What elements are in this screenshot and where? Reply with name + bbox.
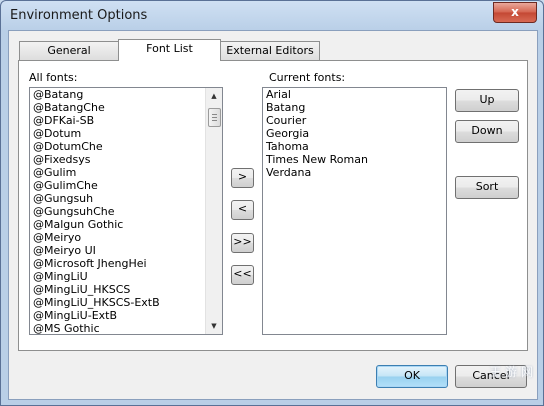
grip-line [212,114,217,115]
font-list-item[interactable]: @DotumChe [30,140,222,153]
grip-line [212,120,217,121]
current-fonts-label: Current fonts: [269,71,346,84]
window-title: Environment Options [10,8,148,23]
scroll-up-arrow-icon[interactable]: ▲ [206,88,222,104]
font-list-item[interactable]: @Batang [30,88,222,101]
font-list-item[interactable]: Arial [263,88,446,101]
font-list-item[interactable]: @Malgun Gothic [30,218,222,231]
font-list-item[interactable]: Times New Roman [263,153,446,166]
scroll-down-arrow-icon[interactable]: ▼ [206,318,222,334]
current-fonts-items: Arial Batang Courier Georgia Tahoma Times New… [263,88,446,179]
tab-font-list[interactable]: Font List [118,39,221,61]
font-list-item[interactable]: @Fixedsys [30,153,222,166]
font-list-item[interactable]: @Microsoft JhengHei [30,257,222,270]
remove-all-fonts-button[interactable]: << [231,265,254,285]
tab-general-label: General [47,44,91,57]
add-all-fonts-button[interactable]: >> [231,233,254,253]
font-list-item[interactable]: @Dotum [30,127,222,140]
font-list-item[interactable]: Tahoma [263,140,446,153]
font-list-item[interactable]: Verdana [263,166,446,179]
grip-line [212,117,217,118]
close-icon: x [511,5,519,19]
current-fonts-listbox[interactable]: Arial Batang Courier Georgia Tahoma Times New… [262,87,447,335]
up-button[interactable]: Up [455,89,519,112]
remove-font-button[interactable]: < [231,200,254,220]
font-list-item[interactable]: @Gulim [30,166,222,179]
font-list-item[interactable]: @Meiryo [30,231,222,244]
font-list-item[interactable]: Georgia [263,127,446,140]
font-list-item[interactable]: Batang [263,101,446,114]
font-list-item[interactable]: @MingLiU [30,270,222,283]
down-button[interactable]: Down [455,120,519,143]
watermark: 王 游 网 [489,365,533,379]
ok-button[interactable]: OK [376,365,448,388]
all-fonts-items: @Batang @BatangChe @DFKai-SB @Dotum @DotumCh… [30,88,222,334]
scroll-thumb[interactable] [208,108,221,127]
sort-button[interactable]: Sort [455,176,519,199]
font-list-item[interactable]: @DFKai-SB [30,114,222,127]
all-fonts-label: All fonts: [29,71,78,84]
font-list-item[interactable]: @Gungsuh [30,192,222,205]
close-button[interactable]: x [493,2,537,23]
add-font-button[interactable]: > [231,168,254,188]
font-list-item[interactable]: @MingLiU-ExtB [30,309,222,322]
font-list-item[interactable]: @MingLiU_HKSCS-ExtB [30,296,222,309]
font-list-item[interactable]: @GungsuhChe [30,205,222,218]
tab-general[interactable]: General [19,41,119,61]
font-list-panel: All fonts: @Batang @BatangChe @DFKai-SB @Do… [18,60,528,351]
tab-font-list-label: Font List [146,42,193,55]
all-fonts-listbox[interactable]: @Batang @BatangChe @DFKai-SB @Dotum @DotumCh… [29,87,223,335]
font-list-item[interactable]: Courier [263,114,446,127]
title-bar[interactable]: Environment Options x [1,1,543,31]
font-list-item[interactable]: @Meiryo UI [30,244,222,257]
font-list-item[interactable]: @BatangChe [30,101,222,114]
environment-options-dialog: Environment Options x General Font List … [0,0,544,406]
tab-external-editors-label: External Editors [226,44,314,57]
font-list-item[interactable]: @MingLiU_HKSCS [30,283,222,296]
all-fonts-scrollbar[interactable]: ▲ ▼ [205,88,222,334]
font-list-item[interactable]: @GulimChe [30,179,222,192]
font-list-item[interactable]: @MS Gothic [30,322,222,334]
tab-external-editors[interactable]: External Editors [220,41,320,61]
dialog-client-area: General Font List External Editors All f… [8,30,538,400]
